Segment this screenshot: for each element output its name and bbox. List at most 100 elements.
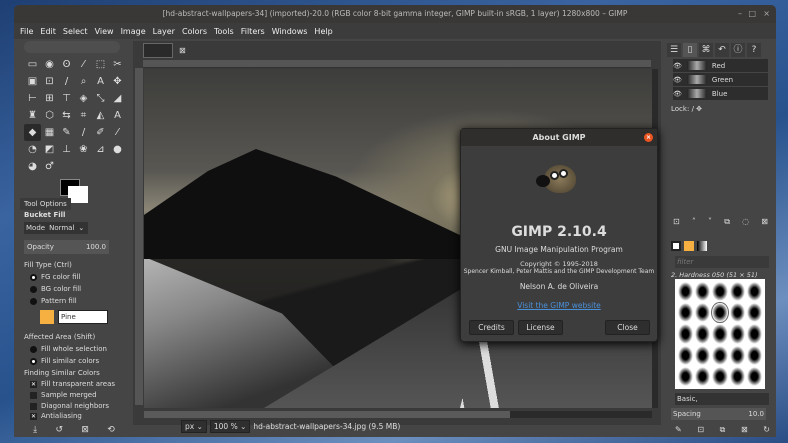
menu-help[interactable]: Help — [314, 27, 332, 36]
menu-windows[interactable]: Windows — [272, 27, 308, 36]
brush-preview[interactable] — [730, 282, 745, 301]
channel-green[interactable]: 👁Green — [673, 73, 768, 86]
tool-icon[interactable]: ⌕ — [75, 73, 92, 90]
patterns-tab-icon[interactable] — [684, 241, 694, 251]
tool-icon[interactable]: ⊞ — [41, 90, 58, 107]
close-tab-icon[interactable]: ⊠ — [179, 46, 186, 55]
brush-preview[interactable] — [695, 303, 710, 322]
tool-icon[interactable]: ◭ — [92, 107, 109, 124]
horizontal-scrollbar[interactable] — [144, 411, 652, 418]
tool-icon[interactable]: ⊥ — [58, 141, 75, 158]
tool-icon[interactable]: A — [92, 73, 109, 90]
new-brush-icon[interactable]: ⊡ — [697, 425, 704, 435]
radio-fill-similar[interactable]: Fill similar colors — [30, 357, 99, 365]
tool-icon[interactable]: ⬡ — [41, 107, 58, 124]
tool-icon[interactable]: ♂ — [41, 158, 58, 175]
check-antialiasing[interactable]: ✕Antialiasing — [30, 412, 82, 420]
tool-icon[interactable]: ⬚ — [92, 56, 109, 73]
tool-icon[interactable]: ◈ — [75, 90, 92, 107]
brush-preview[interactable] — [730, 303, 745, 322]
unit-select[interactable]: px ⌄ — [181, 420, 207, 433]
opacity-spinner[interactable]: Opacity100.0 — [24, 240, 109, 254]
to-selection-icon[interactable]: ◌ — [742, 217, 749, 227]
radio-pattern-fill[interactable]: Pattern fill — [30, 297, 77, 305]
tool-icon[interactable]: ❀ — [75, 141, 92, 158]
menu-view[interactable]: View — [95, 27, 114, 36]
paths-tab-icon[interactable]: ⌘ — [699, 43, 713, 57]
channels-tab-icon[interactable]: ▯ — [683, 43, 697, 57]
radio-fg-fill[interactable]: FG color fill — [30, 273, 80, 281]
save-preset-icon[interactable]: ⤓ — [33, 425, 37, 435]
tool-icon[interactable]: ◆ — [24, 124, 41, 141]
credits-button[interactable]: Credits — [469, 320, 514, 335]
tool-icon[interactable]: ⊡ — [41, 73, 58, 90]
brush-preview[interactable] — [695, 346, 710, 365]
about-close-icon[interactable]: × — [644, 133, 653, 142]
menu-filters[interactable]: Filters — [241, 27, 265, 36]
brush-preview[interactable] — [678, 346, 693, 365]
radio-fill-whole[interactable]: Fill whole selection — [30, 345, 107, 353]
brush-preview[interactable] — [747, 324, 762, 343]
brush-grid[interactable] — [675, 279, 765, 389]
channel-blue[interactable]: 👁Blue — [673, 87, 768, 100]
tool-icon[interactable]: ⌗ — [75, 107, 92, 124]
menu-tools[interactable]: Tools — [214, 27, 234, 36]
device-tab-icon[interactable]: ⓘ — [731, 43, 745, 57]
license-button[interactable]: License — [518, 320, 563, 335]
brush-preview[interactable] — [712, 303, 727, 322]
brush-preview[interactable] — [695, 324, 710, 343]
brush-preview[interactable] — [678, 282, 693, 301]
brushes-tab-icon[interactable] — [671, 241, 681, 251]
tool-icon[interactable]: ⤡ — [92, 90, 109, 107]
maximize-button[interactable]: □ — [748, 5, 756, 23]
brush-preview[interactable] — [678, 303, 693, 322]
help-tab-icon[interactable]: ? — [747, 43, 761, 57]
about-close-button[interactable]: Close — [605, 320, 650, 335]
pattern-swatch[interactable] — [40, 310, 54, 324]
tool-icon[interactable]: ✎ — [58, 124, 75, 141]
pattern-selector[interactable]: Pine — [40, 310, 108, 324]
delete-icon[interactable]: ⊠ — [81, 425, 89, 435]
raise-icon[interactable]: ˄ — [692, 217, 696, 227]
tool-icon[interactable]: ● — [109, 141, 126, 158]
lock-pixels-icon[interactable]: / — [692, 105, 694, 113]
layers-tab-icon[interactable]: ☰ — [667, 43, 681, 57]
edit-brush-icon[interactable]: ✎ — [675, 425, 682, 435]
brush-preview[interactable] — [712, 367, 727, 386]
tool-icon[interactable]: ♜ — [24, 107, 41, 124]
check-sample-merged[interactable]: Sample merged — [30, 391, 97, 399]
undo-tab-icon[interactable]: ↶ — [715, 43, 729, 57]
delete-brush-icon[interactable]: ⊠ — [741, 425, 748, 435]
brush-preview[interactable] — [747, 303, 762, 322]
duplicate-icon[interactable]: ⧉ — [724, 217, 730, 227]
lower-icon[interactable]: ˅ — [708, 217, 712, 227]
delete-channel-icon[interactable]: ⊠ — [761, 217, 768, 227]
tool-icon[interactable]: ◢ — [109, 90, 126, 107]
brush-preview[interactable] — [695, 282, 710, 301]
menu-image[interactable]: Image — [121, 27, 146, 36]
tool-icon[interactable]: ▦ — [41, 124, 58, 141]
check-fill-transparent[interactable]: ✕Fill transparent areas — [30, 380, 115, 388]
tool-icon[interactable]: / — [75, 124, 92, 141]
tool-icon[interactable]: ▣ — [24, 73, 41, 90]
brush-preview[interactable] — [712, 346, 727, 365]
tool-options-tab[interactable]: Tool Options — [20, 198, 71, 210]
refresh-icon[interactable]: ↻ — [763, 425, 770, 435]
gimp-website-link[interactable]: Visit the GIMP website — [461, 301, 657, 310]
brush-preview[interactable] — [730, 367, 745, 386]
tool-icon[interactable]: ✂ — [109, 56, 126, 73]
lock-position-icon[interactable]: ✥ — [696, 105, 702, 113]
brush-preview[interactable] — [678, 367, 693, 386]
zoom-select[interactable]: 100 % ⌄ — [210, 420, 251, 433]
brush-preview[interactable] — [747, 282, 762, 301]
radio-bg-fill[interactable]: BG color fill — [30, 285, 81, 293]
duplicate-brush-icon[interactable]: ⧉ — [720, 425, 726, 435]
mode-select[interactable]: ModeNormal⌄ — [24, 222, 88, 234]
tool-icon[interactable]: A — [109, 107, 126, 124]
tool-icon[interactable]: ◕ — [24, 158, 41, 175]
menu-layer[interactable]: Layer — [153, 27, 175, 36]
brush-preview[interactable] — [747, 346, 762, 365]
image-tab-thumbnail[interactable] — [143, 43, 173, 58]
tool-icon[interactable]: ⇆ — [58, 107, 75, 124]
tool-icon[interactable]: ✥ — [109, 73, 126, 90]
